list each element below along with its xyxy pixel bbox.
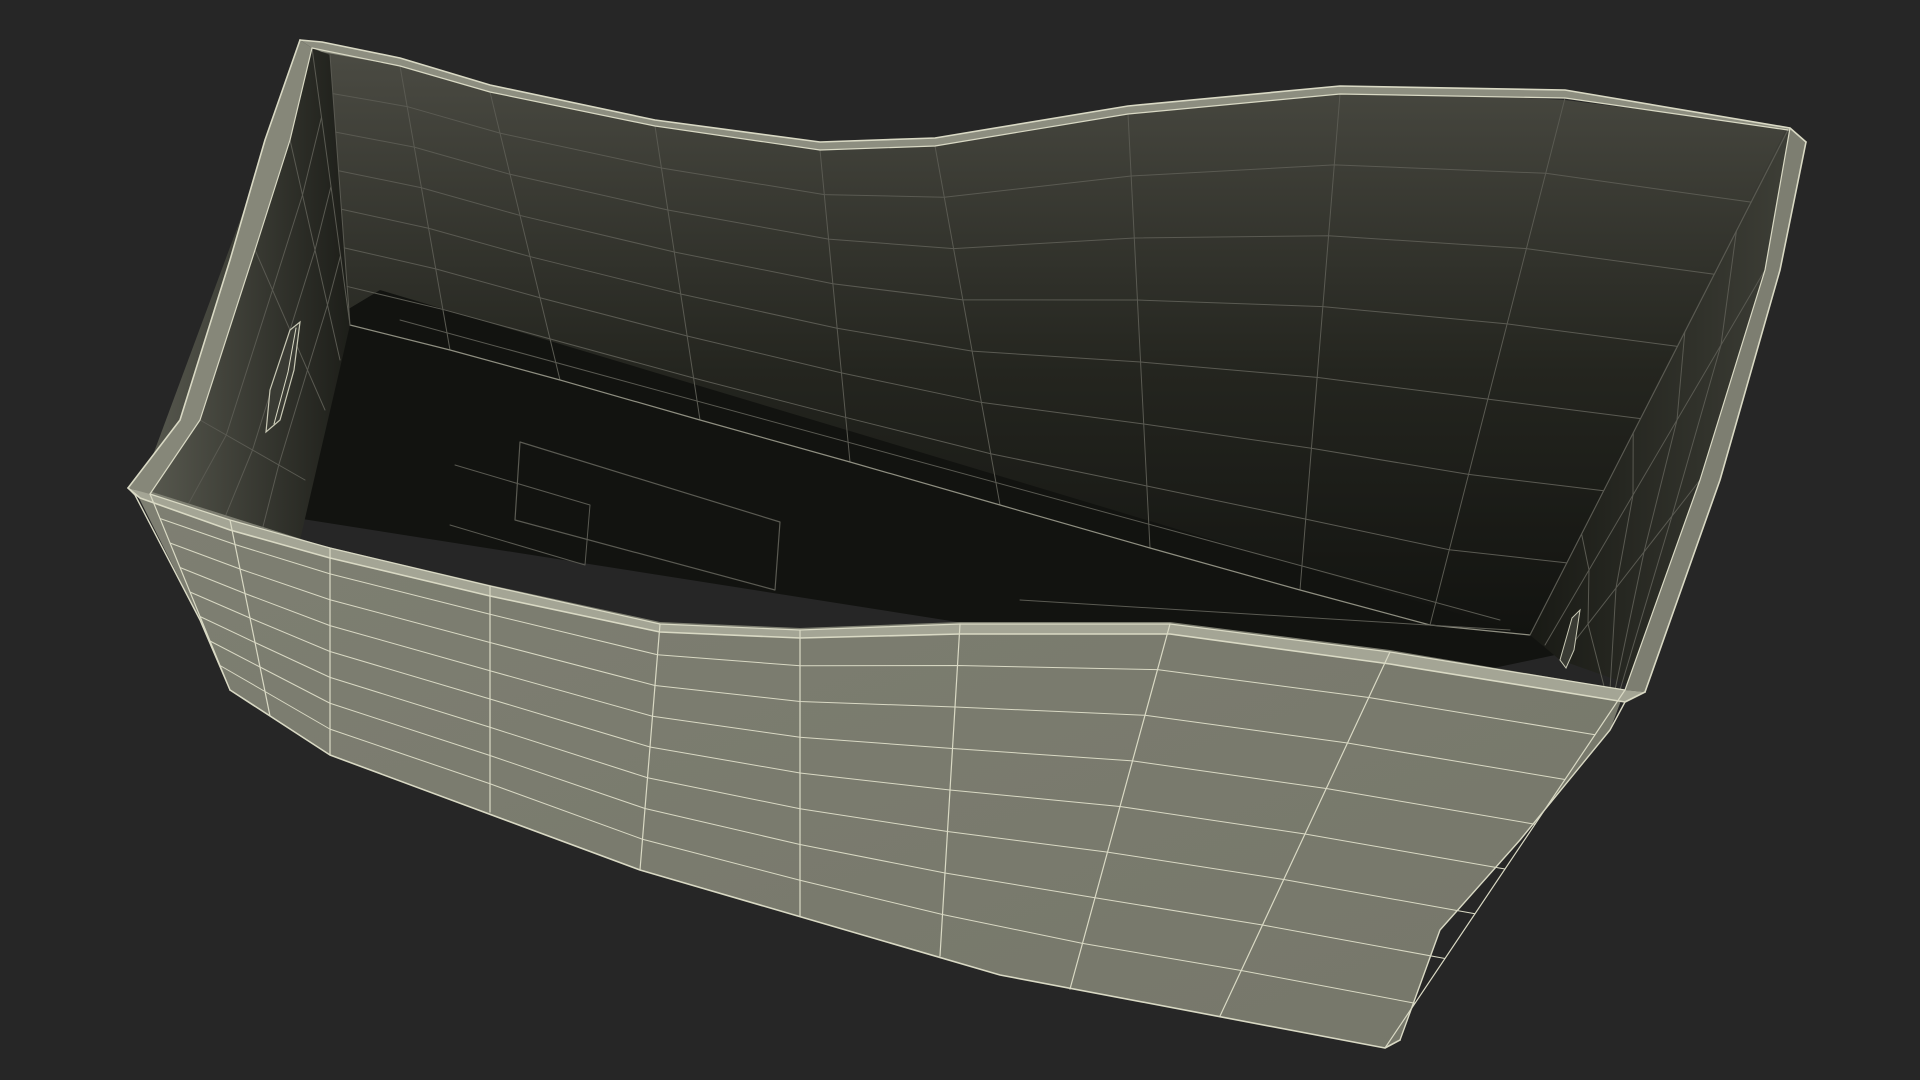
bathtub-wireframe-render [127, 39, 1807, 1049]
render-viewport[interactable] [0, 0, 1920, 1080]
